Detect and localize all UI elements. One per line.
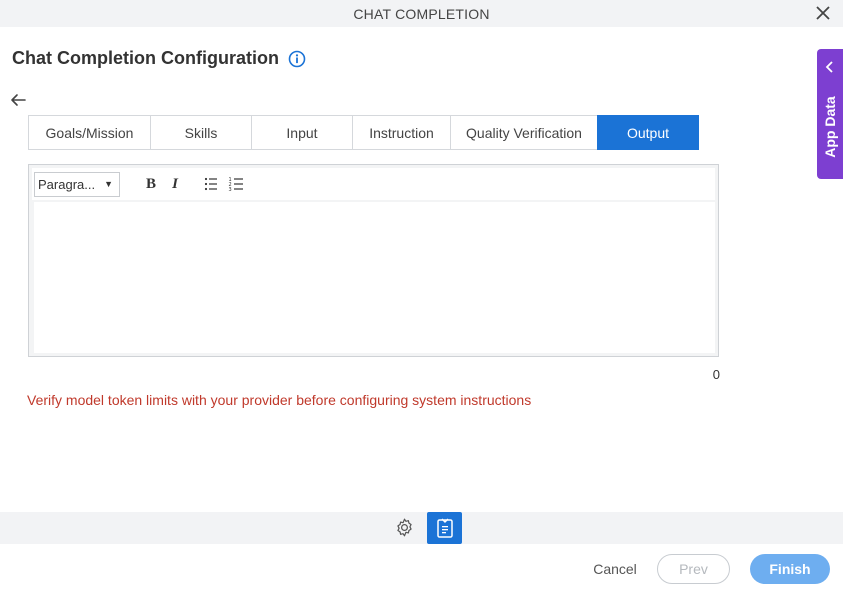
chevron-left-icon [825,61,833,73]
tab-instruction[interactable]: Instruction [352,115,451,150]
svg-text:3: 3 [229,187,232,193]
window-titlebar: CHAT COMPLETION [0,0,843,27]
dropdown-caret-icon: ▼ [104,179,113,189]
numbered-list-icon[interactable]: 1 2 3 [225,173,247,195]
bullet-list-icon[interactable] [200,173,222,195]
window-title: CHAT COMPLETION [353,5,490,22]
paragraph-format-value: Paragra... [38,176,96,192]
tab-output[interactable]: Output [597,115,699,150]
close-icon[interactable] [815,5,831,21]
tab-goals-mission[interactable]: Goals/Mission [28,115,151,150]
token-limit-warning: Verify model token limits with your prov… [27,392,532,408]
finish-button[interactable]: Finish [750,554,830,584]
editor-content-area[interactable] [34,202,715,353]
bold-icon[interactable]: B [140,173,162,195]
tab-skills[interactable]: Skills [150,115,252,150]
cancel-button[interactable]: Cancel [585,558,645,580]
page-title-row: Chat Completion Configuration [12,48,306,69]
app-data-panel-toggle[interactable]: App Data [817,49,843,179]
app-data-label: App Data [822,96,838,158]
page-title: Chat Completion Configuration [12,48,279,68]
gear-icon[interactable] [394,517,415,538]
data-mapping-icon [436,518,453,538]
back-arrow-icon[interactable] [10,93,26,107]
data-mapping-button[interactable] [427,512,462,544]
paragraph-format-select[interactable]: Paragra... ▼ [34,171,120,197]
editor-toolbar: Paragra... ▼ B I 1 2 3 [32,168,715,200]
character-count: 0 [712,367,720,382]
tab-bar: Goals/Mission Skills Input Instruction Q… [28,115,699,150]
tab-quality-verification[interactable]: Quality Verification [450,115,598,150]
tab-input[interactable]: Input [251,115,353,150]
info-icon[interactable] [288,50,306,68]
bottom-toolbar [0,512,843,544]
rich-text-editor: Paragra... ▼ B I 1 2 3 [28,164,719,357]
prev-button[interactable]: Prev [657,554,730,584]
italic-icon[interactable]: I [164,173,186,195]
